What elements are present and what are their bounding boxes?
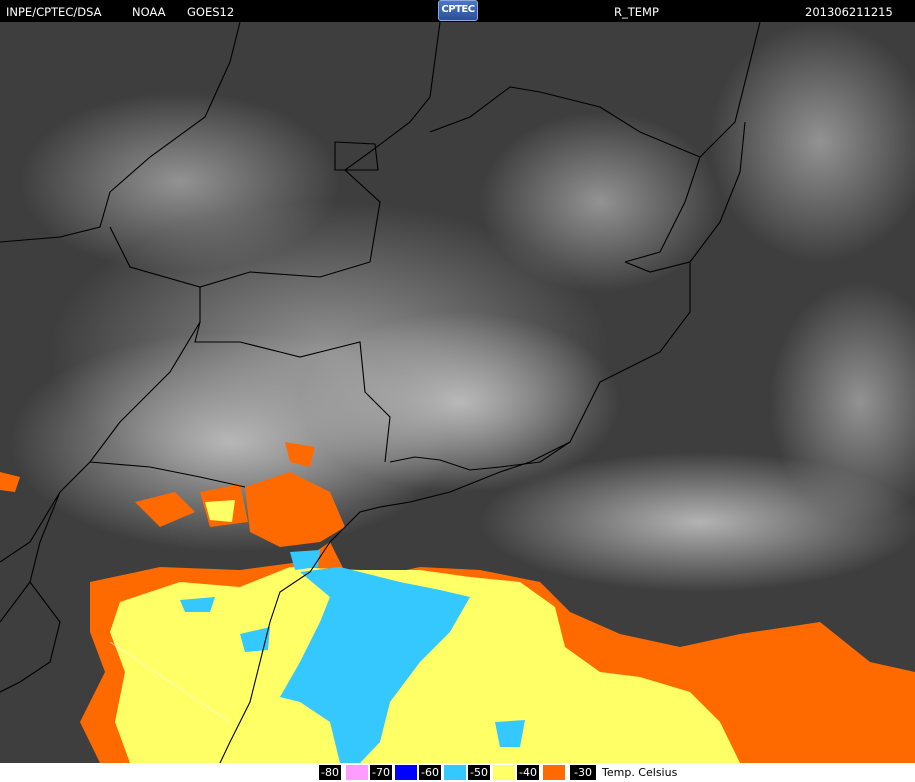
timestamp-label: 201306211215: [805, 5, 893, 19]
legend-swatch-minus70: [395, 765, 417, 780]
legend-swatch-minus80: [346, 765, 368, 780]
legend-label-minus50: -50: [468, 765, 490, 780]
legend-label-minus70: -70: [370, 765, 392, 780]
legend-label-minus60: -60: [419, 765, 441, 780]
satellite-map: [0, 22, 915, 763]
product-label: R_TEMP: [614, 5, 659, 19]
legend-swatch-minus50: [493, 765, 515, 780]
legend-swatch-minus40: [543, 765, 565, 780]
agency-label: NOAA: [132, 5, 166, 19]
legend-unit: Temp. Celsius: [602, 766, 678, 779]
legend-label-minus40: -40: [517, 765, 539, 780]
source-label: INPE/CPTEC/DSA: [6, 5, 102, 19]
cptec-logo: CPTEC: [438, 0, 478, 21]
header-bar: INPE/CPTEC/DSA NOAA GOES12 CPTEC R_TEMP …: [0, 0, 915, 22]
legend-label-minus30: -30: [570, 765, 596, 780]
temperature-legend: -80 -70 -60 -50 -40 -30 Temp. Celsius: [0, 763, 915, 782]
legend-swatch-minus60: [444, 765, 466, 780]
legend-label-minus80: -80: [319, 765, 341, 780]
satellite-label: GOES12: [187, 5, 235, 19]
